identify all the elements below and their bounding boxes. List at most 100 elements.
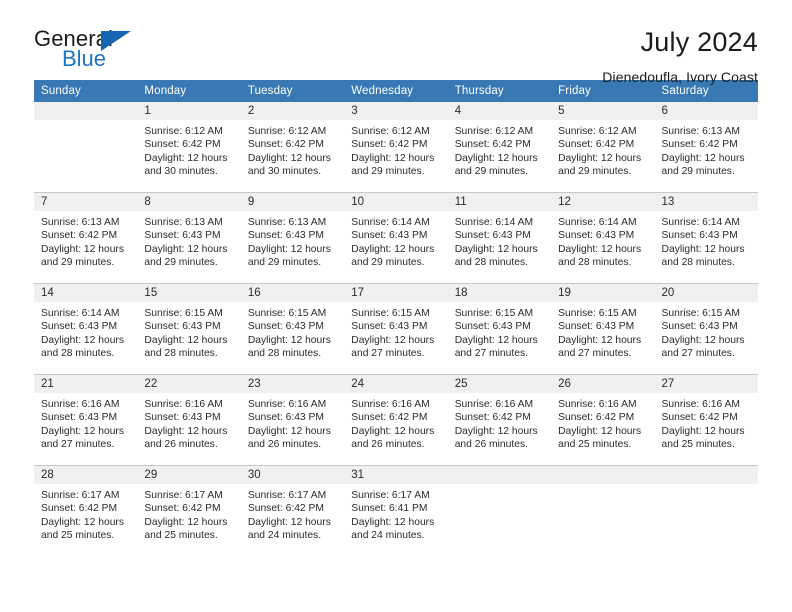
detail-daylight-line1: Daylight: 12 hours (351, 425, 435, 437)
calendar-day-cell[interactable]: 21 Sunrise: 6:16 AM Sunset: 6:43 PM Dayligh… (34, 374, 138, 466)
day-cell-content: 30 Sunrise: 6:17 AM Sunset: 6:42 PM Dayligh… (240, 466, 345, 556)
calendar-day-cell[interactable]: 31 Sunrise: 6:17 AM Sunset: 6:41 PM Dayligh… (344, 465, 448, 556)
detail-daylight-line1: Daylight: 12 hours (247, 516, 331, 528)
detail-sunrise: Sunrise: 6:16 AM (41, 399, 120, 410)
day-cell-content: 19 Sunrise: 6:15 AM Sunset: 6:43 PM Dayligh… (551, 284, 655, 374)
detail-sunrise: Sunrise: 6:15 AM (454, 308, 534, 319)
detail-sunset: Sunset: 6:43 PM (41, 412, 118, 424)
detail-sunset: Sunset: 6:43 PM (351, 230, 428, 242)
day-details: Sunrise: 6:16 AM Sunset: 6:42 PM Daylight:… (655, 393, 758, 452)
day-details: Sunrise: 6:17 AM Sunset: 6:41 PM Daylight:… (344, 484, 447, 543)
calendar-table: Sunday Monday Tuesday Wednesday Thursday… (34, 80, 758, 556)
calendar-day-cell[interactable]: 15 Sunrise: 6:15 AM Sunset: 6:43 PM Dayligh… (137, 283, 241, 375)
calendar-day-cell[interactable] (551, 465, 655, 556)
detail-daylight-line2: and 26 minutes. (454, 439, 528, 451)
calendar-day-cell[interactable]: 6 Sunrise: 6:13 AM Sunset: 6:42 PM Daylight… (654, 102, 758, 193)
day-cell-content: 23 Sunrise: 6:16 AM Sunset: 6:43 PM Dayligh… (240, 375, 345, 465)
calendar-day-cell[interactable]: 17 Sunrise: 6:15 AM Sunset: 6:43 PM Dayligh… (344, 283, 448, 375)
detail-daylight-line1: Daylight: 12 hours (661, 334, 745, 346)
detail-daylight-line2: and 28 minutes. (558, 257, 632, 269)
day-details: Sunrise: 6:15 AM Sunset: 6:43 PM Daylight:… (448, 302, 551, 361)
detail-sunrise: Sunrise: 6:15 AM (661, 308, 740, 319)
calendar-day-cell[interactable] (447, 465, 552, 556)
day-details: Sunrise: 6:14 AM Sunset: 6:43 PM Daylight:… (655, 211, 758, 270)
detail-daylight-line1: Daylight: 12 hours (661, 425, 745, 437)
day-number: 6 (654, 102, 758, 120)
calendar-day-cell[interactable]: 7 Sunrise: 6:13 AM Sunset: 6:42 PM Daylight… (34, 192, 138, 284)
detail-sunset: Sunset: 6:43 PM (247, 230, 324, 242)
calendar-day-cell[interactable]: 18 Sunrise: 6:15 AM Sunset: 6:43 PM Dayligh… (447, 283, 552, 375)
day-details: Sunrise: 6:15 AM Sunset: 6:43 PM Daylight:… (344, 302, 447, 361)
calendar-day-cell[interactable]: 30 Sunrise: 6:17 AM Sunset: 6:42 PM Dayligh… (240, 465, 345, 556)
detail-sunset: Sunset: 6:43 PM (41, 321, 118, 333)
detail-daylight-line2: and 26 minutes. (144, 439, 218, 451)
calendar-day-cell[interactable] (34, 102, 138, 193)
detail-sunrise: Sunrise: 6:17 AM (247, 490, 327, 501)
day-cell-content: 27 Sunrise: 6:16 AM Sunset: 6:42 PM Dayligh… (654, 375, 758, 465)
calendar-day-cell[interactable]: 2 Sunrise: 6:12 AM Sunset: 6:42 PM Daylight… (240, 102, 345, 193)
detail-daylight-line2: and 28 minutes. (144, 348, 218, 360)
detail-sunset: Sunset: 6:42 PM (558, 412, 635, 424)
detail-sunset: Sunset: 6:42 PM (41, 503, 118, 515)
day-details: Sunrise: 6:12 AM Sunset: 6:42 PM Daylight:… (344, 120, 447, 179)
day-cell-content: 10 Sunrise: 6:14 AM Sunset: 6:43 PM Dayligh… (344, 193, 448, 283)
day-details: Sunrise: 6:16 AM Sunset: 6:42 PM Daylight:… (551, 393, 654, 452)
detail-sunset: Sunset: 6:43 PM (454, 230, 531, 242)
calendar-day-cell[interactable]: 9 Sunrise: 6:13 AM Sunset: 6:43 PM Daylight… (240, 192, 345, 284)
detail-sunset: Sunset: 6:43 PM (247, 321, 324, 333)
detail-daylight-line2: and 24 minutes. (247, 530, 322, 542)
calendar-day-cell[interactable]: 12 Sunrise: 6:14 AM Sunset: 6:43 PM Dayligh… (551, 192, 655, 284)
calendar-day-cell[interactable]: 20 Sunrise: 6:15 AM Sunset: 6:43 PM Dayligh… (654, 283, 758, 375)
day-number: 19 (551, 284, 655, 302)
day-cell-content: 2 Sunrise: 6:12 AM Sunset: 6:42 PM Daylight… (240, 102, 345, 192)
detail-sunrise: Sunrise: 6:12 AM (351, 126, 430, 137)
calendar-day-cell[interactable]: 11 Sunrise: 6:14 AM Sunset: 6:43 PM Dayligh… (447, 192, 552, 284)
day-number (551, 466, 655, 484)
day-cell-content: 22 Sunrise: 6:16 AM Sunset: 6:43 PM Dayligh… (137, 375, 241, 465)
calendar-day-cell[interactable]: 4 Sunrise: 6:12 AM Sunset: 6:42 PM Daylight… (447, 102, 552, 193)
calendar-day-cell[interactable]: 27 Sunrise: 6:16 AM Sunset: 6:42 PM Dayligh… (654, 374, 758, 466)
calendar-body: 1 Sunrise: 6:12 AM Sunset: 6:42 PM Daylight… (34, 102, 758, 556)
day-cell-content: 16 Sunrise: 6:15 AM Sunset: 6:43 PM Dayligh… (240, 284, 345, 374)
weekday-header-thursday: Thursday (447, 80, 552, 102)
detail-sunrise: Sunrise: 6:12 AM (144, 126, 223, 137)
calendar-day-cell[interactable]: 24 Sunrise: 6:16 AM Sunset: 6:42 PM Dayligh… (344, 374, 448, 466)
day-details: Sunrise: 6:13 AM Sunset: 6:42 PM Daylight:… (655, 120, 758, 179)
detail-daylight-line2: and 24 minutes. (351, 530, 425, 542)
day-details: Sunrise: 6:12 AM Sunset: 6:42 PM Daylight:… (448, 120, 551, 179)
brand-logo[interactable]: General Blue (34, 28, 174, 76)
calendar-day-cell[interactable]: 22 Sunrise: 6:16 AM Sunset: 6:43 PM Dayligh… (137, 374, 241, 466)
day-details: Sunrise: 6:15 AM Sunset: 6:43 PM Daylight:… (551, 302, 654, 361)
brand-name-blue: Blue (62, 46, 107, 71)
calendar-day-cell[interactable]: 16 Sunrise: 6:15 AM Sunset: 6:43 PM Dayligh… (240, 283, 345, 375)
detail-daylight-line1: Daylight: 12 hours (41, 516, 124, 528)
calendar-day-cell[interactable]: 14 Sunrise: 6:14 AM Sunset: 6:43 PM Dayligh… (34, 283, 138, 375)
calendar-day-cell[interactable]: 23 Sunrise: 6:16 AM Sunset: 6:43 PM Dayligh… (240, 374, 345, 466)
calendar-day-cell[interactable]: 26 Sunrise: 6:16 AM Sunset: 6:42 PM Dayligh… (551, 374, 655, 466)
detail-daylight-line1: Daylight: 12 hours (41, 243, 124, 255)
day-details: Sunrise: 6:14 AM Sunset: 6:43 PM Daylight:… (448, 211, 551, 270)
detail-sunrise: Sunrise: 6:13 AM (144, 217, 223, 228)
calendar-day-cell[interactable]: 1 Sunrise: 6:12 AM Sunset: 6:42 PM Daylight… (137, 102, 241, 193)
day-cell-content (447, 466, 552, 556)
day-number: 13 (654, 193, 758, 211)
calendar-day-cell[interactable]: 13 Sunrise: 6:14 AM Sunset: 6:43 PM Dayligh… (654, 192, 758, 284)
calendar-day-cell[interactable]: 10 Sunrise: 6:14 AM Sunset: 6:43 PM Dayligh… (344, 192, 448, 284)
calendar-day-cell[interactable]: 5 Sunrise: 6:12 AM Sunset: 6:42 PM Daylight… (551, 102, 655, 193)
detail-sunset: Sunset: 6:42 PM (351, 139, 428, 151)
calendar-day-cell[interactable]: 3 Sunrise: 6:12 AM Sunset: 6:42 PM Daylight… (344, 102, 448, 193)
calendar-day-cell[interactable]: 8 Sunrise: 6:13 AM Sunset: 6:43 PM Daylight… (137, 192, 241, 284)
detail-daylight-line1: Daylight: 12 hours (247, 334, 331, 346)
detail-daylight-line1: Daylight: 12 hours (454, 152, 538, 164)
calendar-day-cell[interactable]: 29 Sunrise: 6:17 AM Sunset: 6:42 PM Dayligh… (137, 465, 241, 556)
day-cell-content: 9 Sunrise: 6:13 AM Sunset: 6:43 PM Daylight… (240, 193, 345, 283)
day-details (655, 484, 758, 489)
day-cell-content: 15 Sunrise: 6:15 AM Sunset: 6:43 PM Dayligh… (137, 284, 241, 374)
detail-daylight-line1: Daylight: 12 hours (144, 425, 228, 437)
day-details: Sunrise: 6:14 AM Sunset: 6:43 PM Daylight:… (34, 302, 137, 361)
calendar-day-cell[interactable]: 19 Sunrise: 6:15 AM Sunset: 6:43 PM Dayligh… (551, 283, 655, 375)
calendar-day-cell[interactable]: 28 Sunrise: 6:17 AM Sunset: 6:42 PM Dayligh… (34, 465, 138, 556)
day-number: 17 (344, 284, 448, 302)
calendar-day-cell[interactable] (654, 465, 758, 556)
calendar-day-cell[interactable]: 25 Sunrise: 6:16 AM Sunset: 6:42 PM Dayligh… (447, 374, 552, 466)
